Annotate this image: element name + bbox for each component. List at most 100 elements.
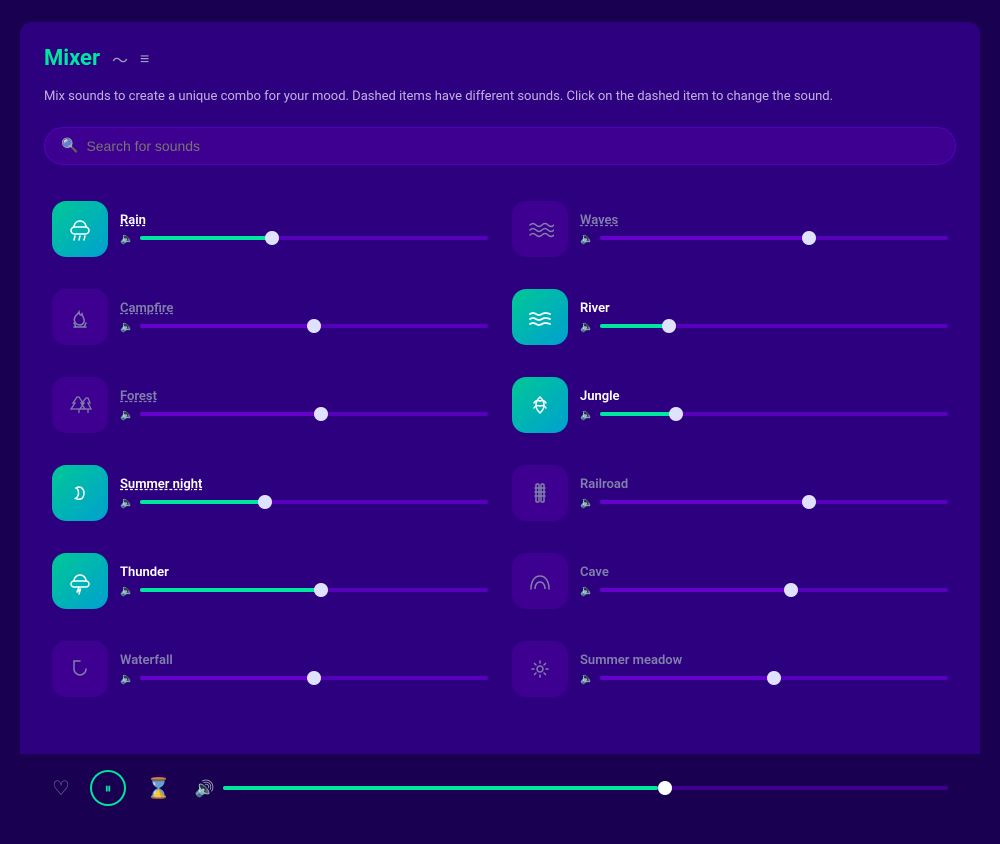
sound-icon-waterfall[interactable] [52,641,108,697]
slider-jungle[interactable] [600,412,948,416]
sound-icon-cave[interactable] [512,553,568,609]
player-slider-thumb [658,781,672,795]
sound-icon-forest[interactable] [52,377,108,433]
slider-fill-railroad [600,500,809,504]
slider-forest[interactable] [140,412,488,416]
slider-thumb-thunder [314,583,328,597]
slider-fill-forest [140,412,321,416]
sound-icon-summer-meadow[interactable] [512,641,568,697]
slider-thumb-jungle [669,407,683,421]
volume-row-campfire: 🔈 [120,320,488,333]
volume-icon-forest: 🔈 [120,408,134,421]
volume-row-summer-night: 🔈 [120,496,488,509]
volume-icon-rain: 🔈 [120,232,134,245]
sound-info-jungle: Jungle 🔈 [580,389,948,421]
sound-info-forest: Forest 🔈 [120,389,488,421]
sound-icon-river[interactable] [512,289,568,345]
slider-fill-cave [600,588,792,592]
sound-info-summer-night: Summer night 🔈 [120,477,488,509]
sound-info-railroad: Railroad 🔈 [580,477,948,509]
sound-item-campfire: Campfire 🔈 [44,277,496,357]
slider-rain[interactable] [140,236,488,240]
slider-cave[interactable] [600,588,948,592]
sound-name-forest[interactable]: Forest [120,389,488,404]
slider-summer-night[interactable] [140,500,488,504]
sound-item-rain: Rain 🔈 [44,189,496,269]
slider-fill-waves [600,236,809,240]
slider-thumb-campfire [307,319,321,333]
sound-name-rain[interactable]: Rain [120,213,488,228]
sound-icon-rain[interactable] [52,201,108,257]
volume-row-railroad: 🔈 [580,496,948,509]
sound-item-summer-night: Summer night 🔈 [44,453,496,533]
volume-icon-waves: 🔈 [580,232,594,245]
player-controls: ♡ ⏸ ⌛ [52,770,171,806]
sound-icon-railroad[interactable] [512,465,568,521]
sound-info-waterfall: Waterfall 🔈 [120,653,488,685]
volume-icon-river: 🔈 [580,320,594,333]
volume-icon-summer-night: 🔈 [120,496,134,509]
sound-name-campfire[interactable]: Campfire [120,301,488,316]
sound-info-waves: Waves 🔈 [580,213,948,245]
slider-thumb-rain [265,231,279,245]
volume-row-thunder: 🔈 [120,584,488,597]
app-title: Mixer [44,46,100,71]
sound-icon-summer-night[interactable] [52,465,108,521]
slider-summer-meadow[interactable] [600,676,948,680]
sound-name-summer-night[interactable]: Summer night [120,477,488,492]
slider-waves[interactable] [600,236,948,240]
volume-row-jungle: 🔈 [580,408,948,421]
player-slider-fill [223,786,658,790]
volume-row-cave: 🔈 [580,584,948,597]
slider-thumb-waves [802,231,816,245]
sound-icon-thunder[interactable] [52,553,108,609]
menu-icon[interactable]: ≡ [140,49,149,69]
sound-icon-campfire[interactable] [52,289,108,345]
sounds-grid: Rain 🔈 Waves 🔈 [44,189,956,709]
slider-river[interactable] [600,324,948,328]
slider-thumb-railroad [802,495,816,509]
app-container: Mixer 〜 ≡ Mix sounds to create a unique … [20,22,980,822]
sound-name-cave: Cave [580,565,948,580]
sound-name-summer-meadow: Summer meadow [580,653,948,668]
waveform-icon[interactable]: 〜 [112,47,128,71]
sound-icon-jungle[interactable] [512,377,568,433]
volume-row-forest: 🔈 [120,408,488,421]
volume-icon-waterfall: 🔈 [120,672,134,685]
sound-info-cave: Cave 🔈 [580,565,948,597]
sound-icon-waves[interactable] [512,201,568,257]
bottom-player: ♡ ⏸ ⌛ 🔊 [20,754,980,822]
volume-icon-jungle: 🔈 [580,408,594,421]
volume-row-river: 🔈 [580,320,948,333]
slider-campfire[interactable] [140,324,488,328]
sound-name-thunder: Thunder [120,565,488,580]
slider-waterfall[interactable] [140,676,488,680]
slider-thumb-cave [784,583,798,597]
sound-item-river: River 🔈 [504,277,956,357]
slider-thumb-forest [314,407,328,421]
sound-item-railroad: Railroad 🔈 [504,453,956,533]
favorite-button[interactable]: ♡ [52,776,70,801]
volume-icon-thunder: 🔈 [120,584,134,597]
slider-railroad[interactable] [600,500,948,504]
sound-info-thunder: Thunder 🔈 [120,565,488,597]
slider-thunder[interactable] [140,588,488,592]
search-input[interactable] [86,138,939,154]
slider-fill-waterfall [140,676,314,680]
pause-button[interactable]: ⏸ [90,770,126,806]
sound-name-waterfall: Waterfall [120,653,488,668]
slider-fill-river [600,324,670,328]
player-volume-slider[interactable] [223,786,948,790]
volume-row-waves: 🔈 [580,232,948,245]
slider-thumb-summer-meadow [767,671,781,685]
slider-fill-thunder [140,588,321,592]
sound-name-waves[interactable]: Waves [580,213,948,228]
sound-info-campfire: Campfire 🔈 [120,301,488,333]
sound-item-thunder: Thunder 🔈 [44,541,496,621]
volume-row-rain: 🔈 [120,232,488,245]
volume-row-waterfall: 🔈 [120,672,488,685]
timer-button[interactable]: ⌛ [146,776,171,801]
sound-item-cave: Cave 🔈 [504,541,956,621]
sound-item-waves: Waves 🔈 [504,189,956,269]
sound-info-river: River 🔈 [580,301,948,333]
